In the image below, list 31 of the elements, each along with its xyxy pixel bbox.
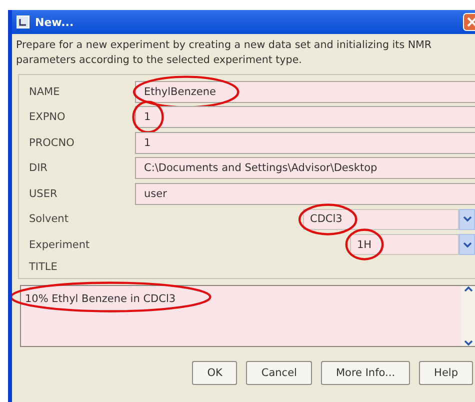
- input-field[interactable]: 1: [135, 132, 475, 154]
- app-icon: [16, 15, 30, 29]
- input-field[interactable]: C:\Documents and Settings\Advisor\Desktop: [135, 157, 475, 180]
- chevron-down-icon: [462, 216, 472, 222]
- chevron-down-icon: [462, 242, 472, 248]
- field-label: Solvent: [29, 213, 70, 226]
- dialog-button[interactable]: Cancel: [246, 360, 312, 384]
- chevron-up-icon: [464, 286, 472, 292]
- dialog-button[interactable]: More Info...: [320, 360, 410, 384]
- scrollbar[interactable]: [461, 286, 475, 346]
- dropdown-button[interactable]: [459, 208, 475, 230]
- field-label: DIR: [29, 162, 48, 174]
- field-label: Experiment: [29, 238, 91, 251]
- text-area[interactable]: 10% Ethyl Benzene in CDCl3: [21, 286, 461, 346]
- dialog-button[interactable]: Help: [419, 360, 473, 384]
- dropdown-field[interactable]: 1H: [350, 234, 459, 256]
- field-label: EXPNO: [29, 111, 66, 124]
- input-field[interactable]: EthylBenzene: [135, 80, 475, 103]
- dropdown-button[interactable]: [459, 234, 475, 256]
- dialog-button[interactable]: OK: [192, 360, 238, 384]
- input-field[interactable]: 1: [135, 106, 475, 128]
- field-label: NAME: [29, 86, 61, 98]
- field-label: PROCNO: [29, 136, 76, 149]
- input-field[interactable]: user: [135, 182, 475, 205]
- chevron-down-icon: [464, 340, 472, 346]
- dropdown-field[interactable]: CDCl3: [303, 208, 459, 230]
- window-title: New...: [35, 16, 74, 28]
- field-label: TITLE: [29, 260, 58, 272]
- close-icon[interactable]: [463, 13, 475, 31]
- field-label: USER: [29, 188, 58, 200]
- description-text: Prepare for a new experiment by creating a new data set and initializing its NMR parameters according to the selected experiment type.: [15, 38, 433, 68]
